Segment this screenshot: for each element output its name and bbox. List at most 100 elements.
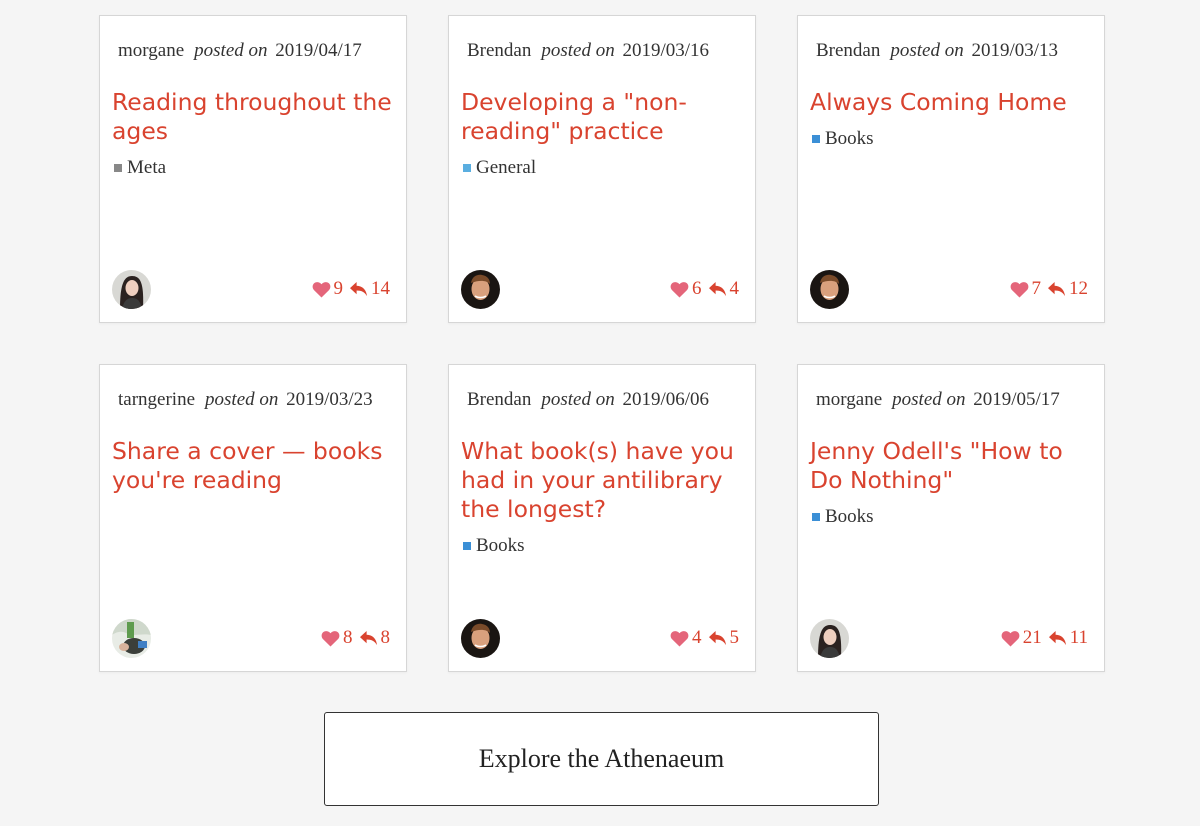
posted-on-label: posted on: [890, 40, 964, 61]
post-date: 2019/03/23: [286, 389, 373, 410]
reply-icon: [1048, 630, 1066, 645]
category-tag[interactable]: General: [463, 153, 741, 182]
avatar[interactable]: [112, 270, 151, 309]
posted-on-label: posted on: [892, 389, 966, 410]
topic-title[interactable]: Developing a "non-reading" practice: [461, 88, 741, 146]
avatar[interactable]: [810, 270, 849, 309]
replies-count: 5: [729, 627, 740, 648]
posted-on-label: posted on: [541, 40, 615, 61]
post-date: 2019/03/16: [622, 40, 710, 61]
topic-card[interactable]: Brendan posted on 2019/03/13 Always Comin…: [797, 15, 1105, 323]
topic-title-block: Developing a "non-reading" practice Gene…: [461, 88, 741, 182]
posted-on-label: posted on: [194, 40, 268, 61]
likes-stat[interactable]: 6: [670, 278, 702, 300]
author-name[interactable]: morgane: [816, 389, 882, 410]
likes-stat[interactable]: 7: [1010, 278, 1042, 300]
reply-icon: [708, 281, 726, 296]
topic-title[interactable]: Reading throughout the ages: [112, 88, 392, 146]
likes-stat[interactable]: 8: [321, 627, 353, 649]
category-label: Books: [476, 535, 525, 556]
heart-icon: [670, 630, 689, 647]
avatar[interactable]: [461, 619, 500, 658]
likes-count: 6: [692, 278, 702, 299]
avatar[interactable]: [810, 619, 849, 658]
category-label: Books: [825, 128, 874, 149]
category-swatch: [812, 512, 820, 521]
author-name[interactable]: tarngerine: [118, 389, 195, 410]
heart-icon: [1010, 281, 1028, 298]
replies-stat[interactable]: 11: [1048, 627, 1088, 649]
replies-count: 11: [1069, 627, 1088, 648]
posted-on-label: posted on: [541, 389, 615, 410]
topic-title-block: Reading throughout the ages Meta: [112, 88, 392, 182]
topic-meta: morgane posted on 2019/04/17: [118, 40, 362, 62]
topic-card[interactable]: morgane posted on 2019/04/17 Reading thro…: [99, 15, 407, 323]
topic-card[interactable]: Brendan posted on 2019/06/06 What book(s)…: [448, 364, 756, 672]
topic-card[interactable]: morgane posted on 2019/05/17 Jenny Odell'…: [797, 364, 1105, 672]
post-date: 2019/03/13: [971, 40, 1059, 61]
category-label: Books: [825, 506, 874, 527]
topic-title[interactable]: Jenny Odell's "How to Do Nothing": [810, 437, 1090, 495]
topic-meta: tarngerine posted on 2019/03/23: [118, 389, 373, 411]
topic-stats: 8 8: [321, 627, 390, 649]
topic-title-block: Jenny Odell's "How to Do Nothing" Books: [810, 437, 1090, 531]
reply-icon: [708, 630, 726, 645]
category-swatch: [463, 163, 471, 172]
reply-icon: [350, 281, 367, 296]
replies-count: 4: [729, 278, 740, 299]
category-tag[interactable]: Meta: [114, 153, 392, 182]
replies-count: 14: [371, 278, 390, 299]
avatar[interactable]: [112, 619, 151, 658]
category-label: Meta: [127, 157, 167, 178]
topic-stats: 7 12: [1010, 278, 1088, 300]
author-name[interactable]: Brendan: [467, 389, 531, 410]
likes-count: 9: [333, 278, 344, 299]
replies-count: 12: [1069, 278, 1088, 299]
topic-stats: 6 4: [670, 278, 739, 300]
category-swatch: [812, 134, 820, 143]
heart-icon: [1001, 630, 1020, 647]
avatar[interactable]: [461, 270, 500, 309]
topic-meta: Brendan posted on 2019/03/16: [467, 40, 709, 62]
likes-stat[interactable]: 9: [312, 278, 344, 300]
author-name[interactable]: Brendan: [467, 40, 531, 61]
replies-stat[interactable]: 14: [349, 278, 390, 300]
likes-count: 7: [1031, 278, 1042, 299]
author-name[interactable]: Brendan: [816, 40, 880, 61]
topic-title[interactable]: Share a cover — books you're reading: [112, 437, 392, 495]
topic-card[interactable]: tarngerine posted on 2019/03/23 Share a c…: [99, 364, 407, 672]
heart-icon: [321, 630, 340, 647]
post-date: 2019/05/17: [973, 389, 1060, 410]
post-date: 2019/04/17: [275, 40, 362, 61]
replies-stat[interactable]: 4: [708, 278, 740, 300]
heart-icon: [312, 281, 330, 298]
category-tag[interactable]: Books: [812, 502, 1090, 531]
topic-card[interactable]: Brendan posted on 2019/03/16 Developing a…: [448, 15, 756, 323]
likes-stat[interactable]: 21: [1001, 627, 1042, 649]
author-name[interactable]: morgane: [118, 40, 184, 61]
likes-count: 8: [343, 627, 353, 648]
category-swatch: [463, 541, 471, 550]
replies-stat[interactable]: 12: [1047, 278, 1088, 300]
replies-stat[interactable]: 8: [359, 627, 390, 649]
category-tag[interactable]: Books: [812, 124, 1090, 153]
category-swatch: [114, 163, 122, 172]
topic-title[interactable]: What book(s) have you had in your antili…: [461, 437, 741, 524]
post-date: 2019/06/06: [622, 389, 710, 410]
topic-title-block: Always Coming Home Books: [810, 88, 1090, 153]
category-tag[interactable]: Books: [463, 531, 741, 560]
likes-count: 4: [692, 627, 702, 648]
explore-athenaeum-button[interactable]: Explore the Athenaeum: [324, 712, 879, 806]
topic-meta: Brendan posted on 2019/03/13: [816, 40, 1058, 62]
likes-stat[interactable]: 4: [670, 627, 702, 649]
topic-stats: 4 5: [670, 627, 739, 649]
topic-title-block: What book(s) have you had in your antili…: [461, 437, 741, 560]
topic-stats: 21 11: [1001, 627, 1088, 649]
topic-title[interactable]: Always Coming Home: [810, 88, 1090, 117]
topic-stats: 9 14: [312, 278, 390, 300]
topic-meta: morgane posted on 2019/05/17: [816, 389, 1060, 411]
heart-icon: [670, 281, 689, 298]
likes-count: 21: [1022, 627, 1042, 648]
topic-meta: Brendan posted on 2019/06/06: [467, 389, 709, 411]
replies-stat[interactable]: 5: [708, 627, 740, 649]
